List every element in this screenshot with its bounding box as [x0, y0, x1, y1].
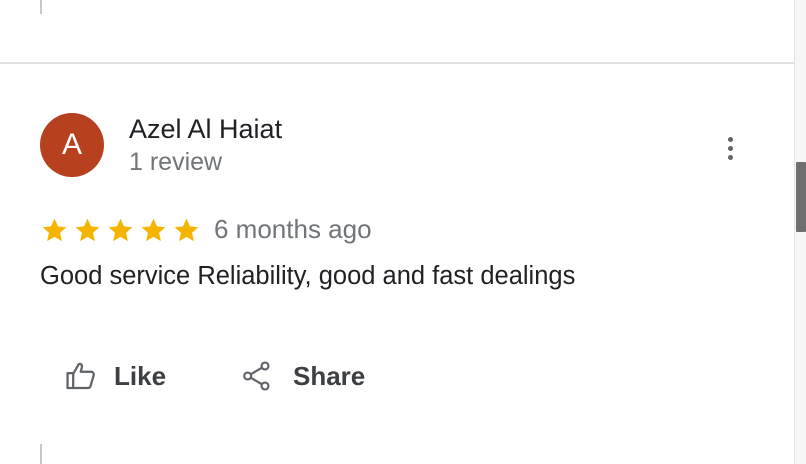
star-icon [40, 216, 69, 245]
like-button[interactable]: Like [64, 356, 166, 396]
share-icon [241, 359, 273, 393]
more-options-button[interactable] [716, 130, 744, 166]
share-button[interactable]: Share [241, 356, 365, 396]
more-vert-icon-dot [727, 154, 733, 160]
like-label: Like [114, 360, 167, 391]
star-icon [139, 216, 168, 245]
scrollbar-track[interactable] [794, 0, 806, 464]
author-review-count[interactable]: 1 review [129, 148, 222, 177]
avatar[interactable]: A [40, 113, 104, 177]
more-vert-icon-dot [727, 145, 733, 151]
thread-line-bottom [40, 444, 42, 464]
review-time: 6 months ago [214, 214, 372, 244]
star-icon [172, 216, 201, 245]
review-text: Good service Reliability, good and fast … [40, 262, 576, 290]
thumb-up-icon [64, 359, 98, 393]
author-name[interactable]: Azel Al Haiat [129, 114, 282, 145]
star-icon [73, 216, 102, 245]
share-label: Share [293, 360, 366, 391]
review-card-page: A Azel Al Haiat 1 review 6 months ago Go… [0, 0, 806, 464]
star-icon [106, 216, 135, 245]
scrollbar-thumb[interactable] [796, 162, 806, 232]
review-divider [0, 62, 795, 64]
thread-line-top [40, 0, 42, 14]
star-rating [40, 214, 201, 246]
more-vert-icon [727, 136, 733, 142]
avatar-initial: A [61, 128, 82, 161]
